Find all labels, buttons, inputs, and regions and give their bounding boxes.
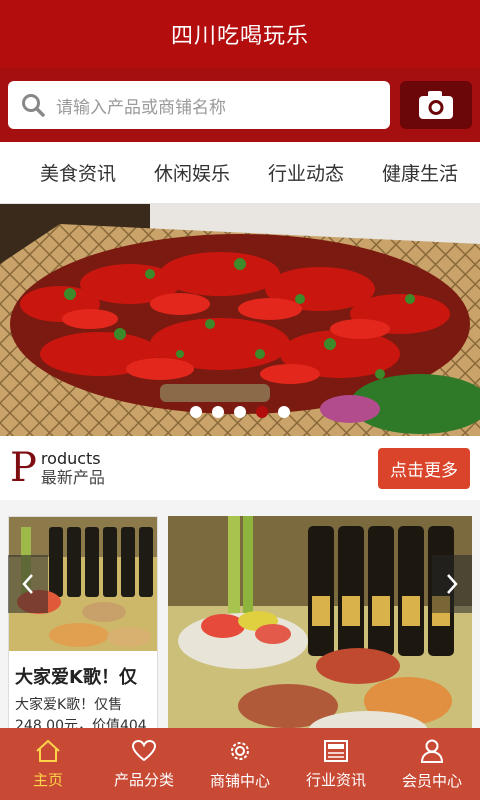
- banner-image: [0, 204, 480, 436]
- nav-label: 会员中心: [401, 771, 462, 790]
- section-title-cn: 最新产品: [40, 468, 105, 487]
- chevron-right-icon: [447, 574, 458, 594]
- nav-label: 产品分类: [113, 770, 174, 789]
- product-card[interactable]: 大家爱K歌！仅 大家爱K歌！仅售248.00元，价值404: [8, 516, 158, 728]
- products-section-header: P roducts 最新产品 点击更多: [0, 436, 480, 500]
- camera-button[interactable]: [400, 81, 472, 129]
- home-icon: [36, 739, 60, 762]
- product-title: 大家爱K歌！仅: [15, 667, 137, 688]
- tab-leisure[interactable]: 休闲娱乐: [135, 159, 249, 186]
- section-letter: P: [10, 445, 37, 491]
- search-icon: [22, 94, 45, 117]
- product-image-large[interactable]: [168, 516, 472, 728]
- product-description: 大家爱K歌！仅售248.00元，价值404: [15, 697, 147, 728]
- app-header: 四川吃喝玩乐: [0, 0, 480, 68]
- user-icon: [420, 739, 444, 763]
- gear-icon: [231, 741, 249, 760]
- nav-home[interactable]: 主页: [0, 728, 96, 800]
- nav-categories[interactable]: 产品分类: [96, 728, 192, 800]
- more-button[interactable]: 点击更多: [378, 447, 470, 489]
- search-bar: 请输入产品或商铺名称: [0, 68, 480, 142]
- carousel-dot-active[interactable]: [256, 406, 268, 418]
- search-input[interactable]: 请输入产品或商铺名称: [8, 81, 390, 129]
- carousel-dot[interactable]: [234, 406, 246, 418]
- tab-industry[interactable]: 行业动态: [249, 159, 363, 186]
- product-photo: [168, 516, 472, 728]
- news-icon: [324, 739, 348, 762]
- carousel-dot[interactable]: [212, 406, 224, 418]
- app-title: 四川吃喝玩乐: [170, 24, 309, 49]
- carousel-dot[interactable]: [190, 406, 202, 418]
- heart-icon: [131, 739, 157, 761]
- nav-label: 商铺中心: [209, 771, 270, 790]
- search-placeholder: 请输入产品或商铺名称: [56, 97, 226, 118]
- nav-member[interactable]: 会员中心: [384, 728, 480, 800]
- carousel-next-button[interactable]: [432, 555, 472, 613]
- nav-industry-news[interactable]: 行业资讯: [288, 728, 384, 800]
- tab-food-news[interactable]: 美食资讯: [0, 159, 135, 186]
- carousel-dot[interactable]: [278, 406, 290, 418]
- section-title-en: roducts: [40, 448, 101, 468]
- camera-icon: [419, 91, 453, 119]
- product-carousel: 大家爱K歌！仅 大家爱K歌！仅售248.00元，价值404: [0, 500, 480, 728]
- carousel-prev-button[interactable]: [8, 555, 48, 613]
- chevron-left-icon: [22, 574, 33, 594]
- nav-label: 主页: [32, 770, 63, 789]
- bottom-navigation: 主页 产品分类 商铺中心 行业资讯 会员中心: [0, 728, 480, 800]
- carousel-dots: [0, 406, 480, 418]
- nav-shops[interactable]: 商铺中心: [192, 728, 288, 800]
- category-tabs: 美食资讯 休闲娱乐 行业动态 健康生活: [0, 142, 480, 204]
- nav-label: 行业资讯: [305, 770, 366, 789]
- tab-health[interactable]: 健康生活: [363, 159, 477, 186]
- banner-carousel[interactable]: [0, 204, 480, 436]
